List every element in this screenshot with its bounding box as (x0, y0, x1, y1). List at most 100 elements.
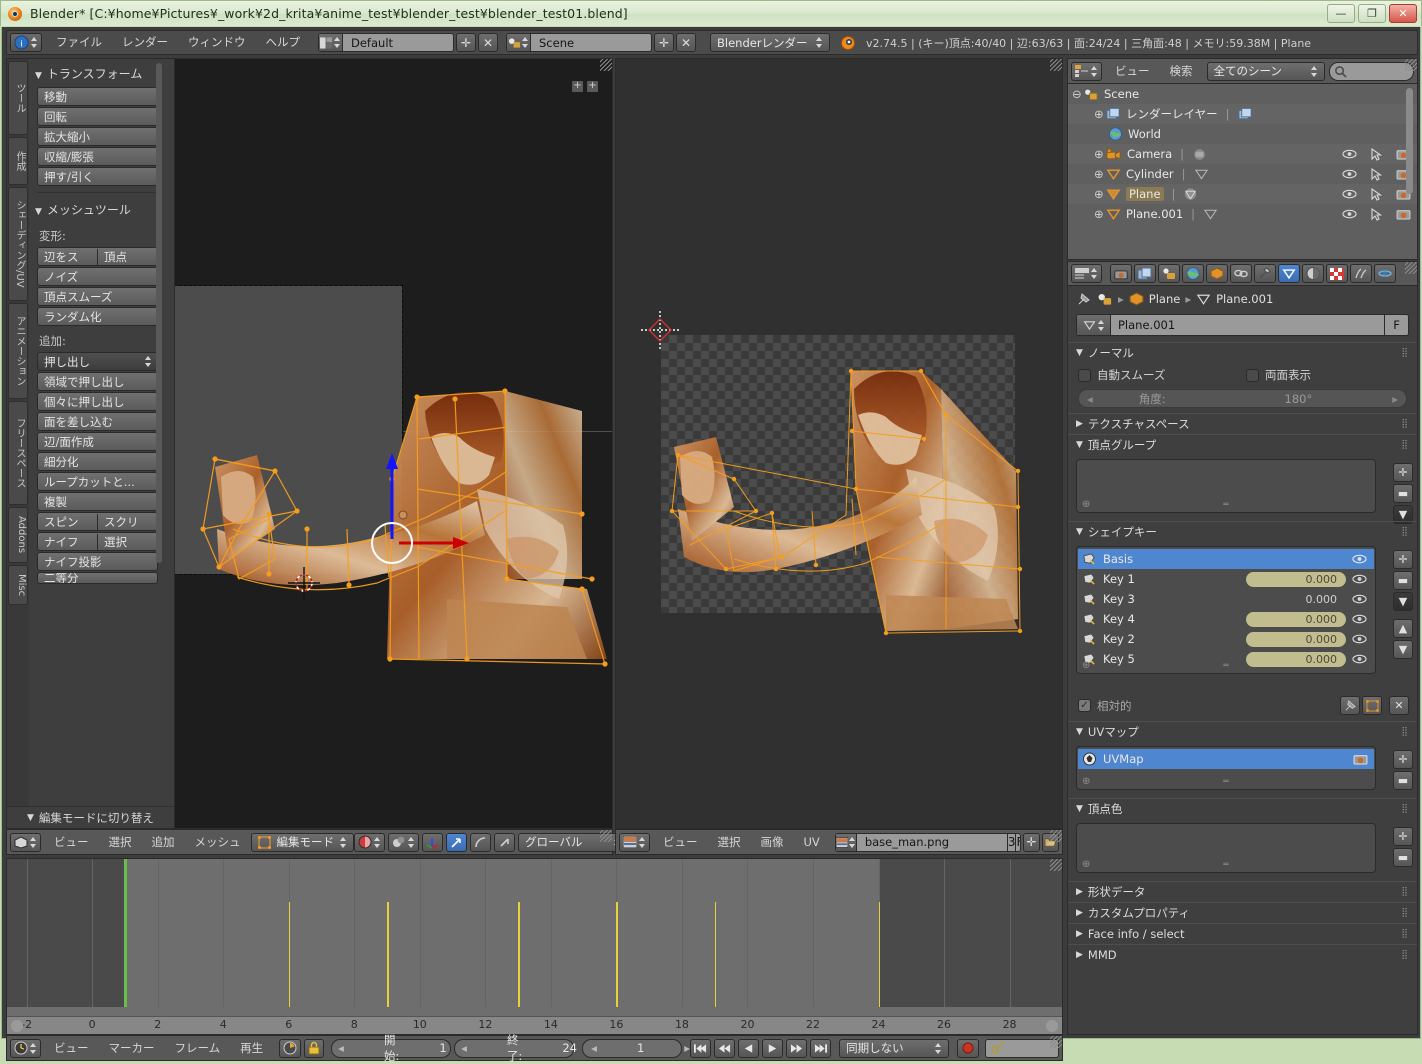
expand-icon[interactable]: ⊕ (1094, 167, 1106, 181)
tab-modifiers[interactable] (1254, 264, 1276, 283)
tab-physics[interactable] (1374, 264, 1396, 283)
outliner-row-plane-001[interactable]: ⊕ Plane.001 | (1068, 204, 1417, 224)
shape-key-pin-button[interactable] (1340, 696, 1360, 715)
tool-make-edge-face[interactable]: 辺/面作成 (37, 432, 158, 451)
checkbox-icon[interactable] (1078, 368, 1091, 382)
tool-push-pull[interactable]: 押す/引く (37, 167, 158, 186)
uv-menu-view[interactable]: ビュー (653, 833, 708, 852)
tool-rotate[interactable]: 回転 (37, 107, 158, 126)
editor-type-selector-info[interactable]: i (10, 33, 42, 52)
resize-grip-icon[interactable]: ═ (1077, 661, 1375, 671)
editor-type-selector-3dview[interactable] (10, 832, 41, 852)
delete-screen-button[interactable]: ✕ (478, 33, 498, 52)
panel-custom-properties-header[interactable]: ▶ カスタムプロパティ ⣿ (1068, 902, 1417, 923)
eye-icon[interactable] (1352, 554, 1367, 564)
timeline-menu-view[interactable]: ビュー (44, 1039, 99, 1058)
mesh-name-value[interactable]: Plane.001 (1111, 318, 1384, 332)
play-reverse-button[interactable] (738, 1038, 760, 1058)
properties-editor[interactable]: ▸ Plane ▸ Plane.001 Plane.001 F ▼ ノーマル ⣿… (1067, 261, 1418, 1035)
manipulator-toggle-button[interactable] (422, 832, 443, 852)
image-datablock[interactable]: base_man.png 3 F (834, 832, 1021, 852)
uv-map-row[interactable]: UVMap (1078, 749, 1374, 769)
move-shape-key-up-button[interactable]: ▲ (1393, 619, 1413, 638)
panel-texture-space-header[interactable]: ▶ テクスチャスペース ⣿ (1068, 413, 1417, 434)
screen-layout-datablock[interactable]: Default (318, 33, 454, 52)
tool-smooth-vertex[interactable]: 頂点スムーズ (37, 287, 158, 306)
double-sided-checkbox[interactable]: 両面表示 (1246, 367, 1311, 383)
vertex-groups-list[interactable]: ⊕ ═ (1076, 459, 1376, 513)
shape-key-value[interactable]: 0.000 (1246, 571, 1346, 587)
tab-tools[interactable]: ツール (8, 61, 28, 135)
tool-deform-pair[interactable]: 辺をス 頂点 (37, 247, 158, 266)
manipulator-translate-button[interactable] (446, 832, 467, 852)
shape-key-value[interactable]: 0.000 (1246, 631, 1346, 647)
shape-keys-list[interactable]: Basis Key 1 0.000 Key 3 0.000 Key 4 0.00… (1076, 546, 1376, 674)
remove-vertex-color-button[interactable]: ▬ (1393, 848, 1413, 867)
previous-keyframe-button[interactable] (714, 1038, 736, 1058)
auto-keyframe-button[interactable] (957, 1038, 980, 1058)
jump-to-start-button[interactable] (690, 1038, 712, 1058)
tool-knife-project[interactable]: ナイフ投影 (37, 552, 158, 571)
tool-knife[interactable]: ナイフ (38, 533, 98, 550)
uv-maps-list[interactable]: UVMap ⊕ ═ (1076, 746, 1376, 790)
outliner-row-world[interactable]: World (1068, 124, 1417, 144)
next-keyframe-button[interactable] (786, 1038, 808, 1058)
delete-scene-button[interactable]: ✕ (676, 33, 696, 52)
timeline-keyframe[interactable] (387, 902, 389, 1007)
tool-noise[interactable]: ノイズ (37, 267, 158, 286)
tab-free-space[interactable]: フリースペース (8, 401, 28, 505)
uv-image-editor[interactable] (615, 58, 1063, 829)
uv-canvas[interactable] (616, 59, 1062, 828)
outliner-restrict-toggles[interactable] (1342, 167, 1411, 181)
tab-object[interactable] (1206, 264, 1228, 283)
outliner-menu-search[interactable]: 検索 (1160, 62, 1203, 81)
maximize-button[interactable]: ❐ (1358, 4, 1386, 23)
timeline-editor[interactable]: -2 0 2 4 6 8 10 12 14 16 18 20 22 24 26 28 (6, 858, 1063, 1035)
scrollbar-handle-left[interactable] (11, 1020, 23, 1032)
tool-inset-faces[interactable]: 面を差し込む (37, 412, 158, 431)
editor-type-selector-outliner[interactable] (1071, 61, 1102, 81)
tab-addons[interactable]: Addons (8, 507, 28, 563)
render-engine-selector[interactable]: Blenderレンダー (710, 33, 830, 52)
remove-vertex-group-button[interactable]: ▬ (1393, 484, 1413, 503)
uv-menu-select[interactable]: 選択 (708, 833, 751, 852)
panel-uv-maps-header[interactable]: ▼ UVマップ ⣿ (1068, 721, 1417, 742)
manipulator-scale-button[interactable] (494, 832, 515, 852)
add-uv-map-button[interactable]: ✛ (1393, 750, 1413, 769)
resize-grip-icon[interactable]: ═ (1077, 500, 1375, 510)
outliner-scrollbar[interactable] (1406, 88, 1413, 194)
shape-key-value[interactable]: 0.000 (1246, 611, 1346, 627)
tab-object-data[interactable] (1278, 264, 1300, 283)
current-frame-field[interactable]: ◂ 1 ▸ (582, 1038, 690, 1058)
panel-meshtools-header[interactable]: ▼ メッシュツール (29, 199, 164, 222)
timeline-keyframe[interactable] (518, 902, 520, 1007)
tool-shelf-scrollbar[interactable] (156, 63, 162, 563)
use-preview-range-button[interactable] (279, 1038, 302, 1058)
tab-texture[interactable] (1326, 264, 1348, 283)
region-corner-widget[interactable] (1405, 262, 1417, 274)
panel-shape-keys-header[interactable]: ▼ シェイプキー ⣿ (1068, 521, 1417, 542)
panel-switch-edit-mode[interactable]: ▼ 編集モードに切り替え (7, 806, 174, 828)
region-corner-widget[interactable] (1050, 830, 1062, 842)
v3d-menu-add[interactable]: 追加 (142, 833, 185, 852)
outliner-row-scene[interactable]: ⊖ Scene (1068, 84, 1417, 104)
breadcrumb-object[interactable]: Plane (1149, 292, 1181, 306)
region-corner-widget[interactable] (1050, 859, 1062, 871)
tool-spin-screw-pair[interactable]: スピン スクリ (37, 512, 158, 531)
scrollbar-handle-right[interactable] (1046, 1020, 1058, 1032)
remove-shape-key-button[interactable]: ▬ (1393, 571, 1413, 590)
outliner-row-plane[interactable]: ⊕ Plane | (1068, 184, 1417, 204)
new-scene-button[interactable]: ✛ (654, 33, 674, 52)
panel-vertex-colors-header[interactable]: ▼ 頂点色 ⣿ (1068, 798, 1417, 819)
editor-type-selector-uv[interactable] (619, 832, 650, 852)
tool-spin[interactable]: スピン (38, 513, 98, 530)
tab-render[interactable] (1110, 264, 1132, 283)
timeline-keyframe[interactable] (616, 902, 618, 1007)
shape-key-clear-button[interactable]: ✕ (1389, 696, 1409, 715)
lock-time-button[interactable] (304, 1038, 325, 1058)
menu-help[interactable]: ヘルプ (256, 33, 311, 52)
tool-randomize[interactable]: ランダム化 (37, 307, 158, 326)
eye-icon[interactable] (1352, 594, 1367, 604)
eye-icon[interactable] (1352, 614, 1367, 624)
tab-world[interactable] (1182, 264, 1204, 283)
